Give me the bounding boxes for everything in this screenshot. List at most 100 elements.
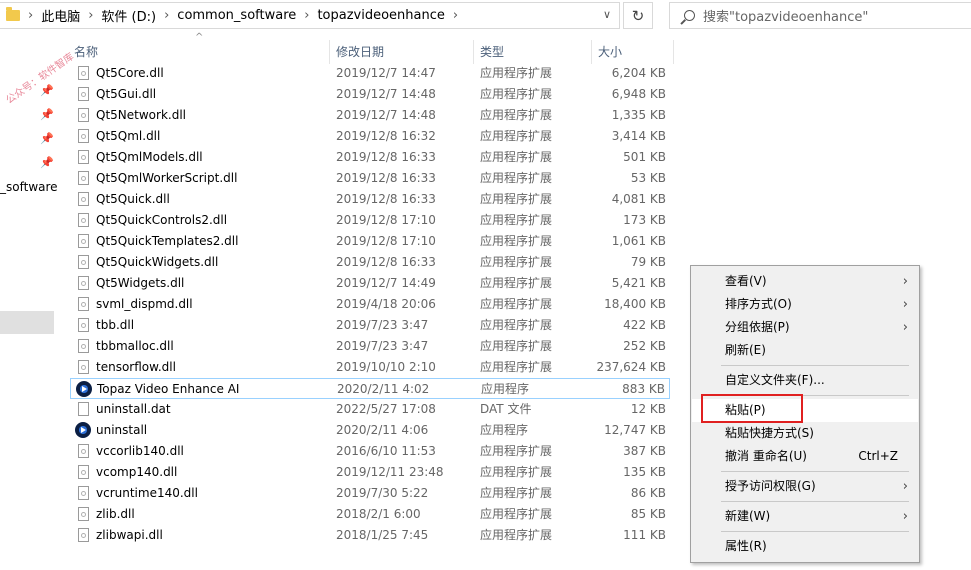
file-date: 2019/10/10 2:10 [336, 360, 436, 374]
dll-file-icon [78, 465, 89, 479]
menu-item[interactable]: 属性(R) [692, 535, 918, 558]
file-name: uninstall [96, 423, 148, 437]
file-size: 237,624 KB [596, 360, 666, 374]
column-date[interactable]: 修改日期 [330, 40, 474, 64]
file-name: Qt5QmlModels.dll [96, 150, 203, 164]
file-row[interactable]: tbb.dll 2019/7/23 3:47 应用程序扩展 422 KB [70, 315, 670, 336]
file-size: 53 KB [630, 171, 666, 185]
menu-item[interactable]: 自定义文件夹(F)... [692, 369, 918, 392]
breadcrumb-topazvideoenhance[interactable]: topazvideoenhance [317, 8, 444, 23]
file-row[interactable]: uninstall 2020/2/11 4:06 应用程序 12,747 KB [70, 420, 670, 441]
file-row[interactable]: Qt5QmlWorkerScript.dll 2019/12/8 16:33 应用程… [70, 168, 670, 189]
chevron-right-icon[interactable]: › [453, 8, 458, 23]
menu-item[interactable]: 分组依据(P) › [692, 316, 918, 339]
file-size: 18,400 KB [604, 297, 666, 311]
menu-separator [721, 501, 909, 502]
file-name: Qt5Qml.dll [96, 129, 161, 143]
dll-file-icon [78, 339, 89, 353]
dll-file-icon [78, 486, 89, 500]
file-type: 应用程序扩展 [480, 297, 553, 311]
dll-file-icon [78, 234, 89, 248]
file-name: Qt5Quick.dll [96, 192, 170, 206]
file-row[interactable]: svml_dispmd.dll 2019/4/18 20:06 应用程序扩展 18,4… [70, 294, 670, 315]
file-row[interactable]: Qt5QuickWidgets.dll 2019/12/8 16:33 应用程序扩展… [70, 252, 670, 273]
nav-item-selected[interactable] [0, 311, 54, 334]
menu-item[interactable]: 排序方式(O) › [692, 293, 918, 316]
file-size: 85 KB [630, 507, 666, 521]
file-row[interactable]: Topaz Video Enhance AI 2020/2/11 4:02 应用程序… [70, 378, 670, 399]
file-row[interactable]: zlibwapi.dll 2018/1/25 7:45 应用程序扩展 111 KB [70, 525, 670, 546]
file-name: Qt5Core.dll [96, 66, 164, 80]
dll-file-icon [78, 255, 89, 269]
file-date: 2020/2/11 4:06 [336, 423, 429, 437]
file-name: tensorflow.dll [96, 360, 176, 374]
file-row[interactable]: Qt5Network.dll 2019/12/7 14:48 应用程序扩展 1,335… [70, 105, 670, 126]
refresh-button[interactable]: ↻ [623, 2, 653, 29]
file-row[interactable]: zlib.dll 2018/2/1 6:00 应用程序扩展 85 KB [70, 504, 670, 525]
file-row[interactable]: Qt5Quick.dll 2019/12/8 16:33 应用程序扩展 4,081 K… [70, 189, 670, 210]
file-row[interactable]: Qt5Qml.dll 2019/12/8 16:32 应用程序扩展 3,414 KB [70, 126, 670, 147]
file-name: Qt5Network.dll [96, 108, 186, 122]
file-name: Topaz Video Enhance AI [97, 382, 240, 396]
breadcrumb-this-pc[interactable]: 此电脑 [41, 6, 80, 25]
file-row[interactable]: uninstall.dat 2022/5/27 17:08 DAT 文件 12 KB [70, 399, 670, 420]
menu-item[interactable]: 粘贴快捷方式(S) [692, 422, 918, 445]
file-row[interactable]: Qt5Gui.dll 2019/12/7 14:48 应用程序扩展 6,948 KB [70, 84, 670, 105]
menu-item[interactable]: 新建(W) › [692, 505, 918, 528]
menu-item[interactable]: 查看(V) › [692, 270, 918, 293]
breadcrumb-drive-d[interactable]: 软件 (D:) [101, 6, 156, 25]
breadcrumb-common-software[interactable]: common_software [177, 8, 296, 23]
menu-item[interactable]: 刷新(E) [692, 339, 918, 362]
chevron-down-icon[interactable]: ∨ [603, 8, 611, 21]
file-type: 应用程序扩展 [480, 465, 553, 479]
file-size: 252 KB [623, 339, 666, 353]
file-row[interactable]: Qt5QuickTemplates2.dll 2019/12/8 17:10 应用程… [70, 231, 670, 252]
file-type: 应用程序 [480, 423, 529, 437]
dll-file-icon [78, 507, 89, 521]
search-box[interactable]: 搜索"topazvideoenhance" [669, 2, 971, 29]
menu-item[interactable]: 授予访问权限(G) › [692, 475, 918, 498]
menu-separator [721, 365, 909, 366]
topaz-app-icon [75, 422, 91, 438]
file-date: 2019/12/8 17:10 [336, 213, 436, 227]
folder-icon [6, 7, 20, 21]
file-row[interactable]: tensorflow.dll 2019/10/10 2:10 应用程序扩展 237,6… [70, 357, 670, 378]
file-date: 2019/7/30 5:22 [336, 486, 429, 500]
column-size[interactable]: 大小 [592, 40, 674, 64]
pin-icon: 📌 [40, 132, 54, 145]
file-type: 应用程序 [481, 382, 530, 396]
file-type: 应用程序扩展 [480, 213, 553, 227]
nav-item-software[interactable]: _software [0, 180, 58, 194]
file-date: 2019/12/8 16:32 [336, 129, 436, 143]
column-name[interactable]: 名称 [68, 40, 330, 64]
menu-item[interactable]: 撤消 重命名(U) Ctrl+Z [692, 445, 918, 468]
file-row[interactable]: Qt5QuickControls2.dll 2019/12/8 17:10 应用程序… [70, 210, 670, 231]
file-size: 6,948 KB [611, 87, 666, 101]
menu-separator [721, 531, 909, 532]
chevron-right-icon[interactable]: › [304, 8, 309, 23]
address-bar[interactable]: › 此电脑 › 软件 (D:) › common_software › topa… [0, 2, 620, 29]
file-type: 应用程序扩展 [480, 276, 553, 290]
file-row[interactable]: Qt5QmlModels.dll 2019/12/8 16:33 应用程序扩展 501… [70, 147, 670, 168]
chevron-right-icon[interactable]: › [164, 8, 169, 23]
file-name: vcruntime140.dll [96, 486, 198, 500]
file-type: 应用程序扩展 [480, 339, 553, 353]
file-type: 应用程序扩展 [480, 255, 553, 269]
file-type: 应用程序扩展 [480, 150, 553, 164]
file-row[interactable]: tbbmalloc.dll 2019/7/23 3:47 应用程序扩展 252 KB [70, 336, 670, 357]
file-row[interactable]: vcruntime140.dll 2019/7/30 5:22 应用程序扩展 86 K… [70, 483, 670, 504]
file-row[interactable]: Qt5Widgets.dll 2019/12/7 14:49 应用程序扩展 5,421… [70, 273, 670, 294]
chevron-right-icon[interactable]: › [88, 8, 93, 23]
file-row[interactable]: vccorlib140.dll 2016/6/10 11:53 应用程序扩展 387 … [70, 441, 670, 462]
file-size: 387 KB [623, 444, 666, 458]
menu-item-label: 新建(W) [725, 509, 771, 523]
dll-file-icon [78, 213, 89, 227]
dll-file-icon [78, 66, 89, 80]
file-size: 6,204 KB [611, 66, 666, 80]
dll-file-icon [78, 108, 89, 122]
file-row[interactable]: Qt5Core.dll 2019/12/7 14:47 应用程序扩展 6,204 KB [70, 63, 670, 84]
column-type[interactable]: 类型 [474, 40, 592, 64]
chevron-right-icon: › [902, 274, 908, 289]
file-row[interactable]: vcomp140.dll 2019/12/11 23:48 应用程序扩展 135 KB [70, 462, 670, 483]
file-date: 2016/6/10 11:53 [336, 444, 436, 458]
